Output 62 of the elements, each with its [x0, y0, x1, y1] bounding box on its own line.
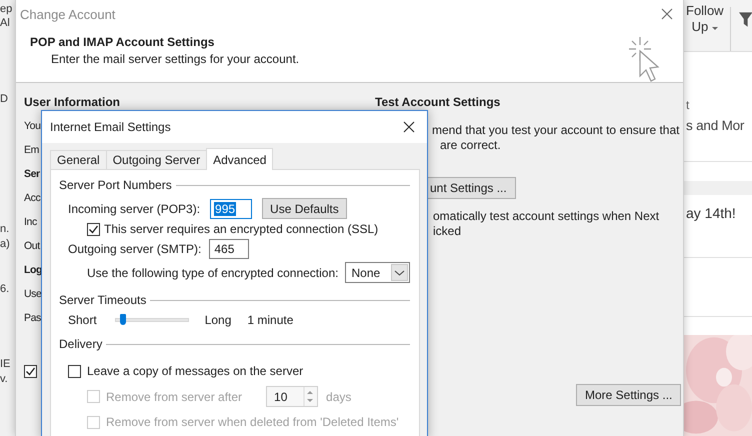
option-label: Remove from server after: [106, 390, 242, 404]
option-label: Leave a copy of messages on the server: [87, 364, 304, 378]
description-text: mend that you test your account to ensure that: [432, 123, 680, 138]
message-line: ay 14th!: [686, 205, 737, 221]
window-title: Change Account: [20, 6, 116, 22]
option-label: Remove from server when deleted from 'Deleted Items': [106, 415, 399, 429]
tab[interactable]: General: [50, 150, 107, 169]
caret-icon: [712, 27, 718, 31]
description-text: are correct.: [440, 138, 502, 153]
section-heading: Test Account Settings: [375, 95, 500, 109]
field-label: Acc: [24, 191, 40, 205]
group-heading: Server Port Numbers: [59, 178, 172, 192]
field-label: Inc: [24, 215, 37, 229]
field-label: Em: [24, 143, 39, 157]
chevron-down-icon: [391, 264, 408, 281]
filter-icon[interactable]: [738, 12, 752, 28]
slider-max-label: Long: [204, 313, 232, 327]
close-icon: [661, 8, 673, 20]
message-heading: s and Mor: [686, 118, 746, 133]
test-account-settings-button[interactable]: unt Settings ...: [428, 177, 516, 199]
tab[interactable]: Advanced: [206, 148, 274, 170]
field-label: You: [24, 119, 41, 133]
field-label: Out: [24, 239, 40, 253]
use-defaults-button[interactable]: Use Defaults: [262, 198, 347, 219]
slider-thumb[interactable]: [120, 314, 126, 325]
auto-test-text: omatically test account settings when Next: [433, 209, 660, 224]
field-label: Use: [24, 287, 42, 301]
text-fragment: D: [0, 93, 9, 106]
incoming-port-field[interactable]: 995: [210, 198, 252, 218]
text-fragment: IE: [0, 358, 12, 371]
text-fragment: t: [686, 98, 690, 112]
header-title: POP and IMAP Account Settings: [30, 35, 216, 49]
option-label: This server requires an encrypted connection (SSL): [104, 222, 378, 236]
more-settings-button[interactable]: More Settings ...: [576, 384, 682, 406]
text-fragment: 6.: [0, 283, 10, 296]
group-heading: Delivery: [59, 337, 102, 351]
tab[interactable]: Outgoing Server: [106, 150, 208, 169]
checkbox[interactable]: [87, 222, 100, 236]
close-button[interactable]: [401, 119, 417, 135]
timeout-value: 1 minute: [247, 313, 294, 327]
section-heading: Ser: [24, 167, 40, 181]
close-icon: [403, 121, 415, 133]
text-fragment: n.: [0, 223, 10, 236]
field-label: Incoming server (POP3):: [68, 202, 200, 216]
outgoing-port-field[interactable]: 465: [209, 239, 250, 259]
unit-label: days: [326, 390, 352, 404]
checkbox[interactable]: [24, 365, 37, 378]
field-label: Pas: [24, 311, 41, 325]
slider-min-label: Short: [68, 313, 97, 327]
text-fragment: v.: [0, 373, 9, 386]
field-label: Outgoing server (SMTP):: [68, 242, 202, 256]
encryption-dropdown[interactable]: None: [345, 262, 410, 283]
text-fragment: ep: [0, 3, 14, 16]
header-subtitle: Enter the mail server settings for your account.: [51, 52, 300, 66]
checkbox[interactable]: [68, 364, 81, 378]
group-heading: Server Timeouts: [59, 293, 146, 307]
text-fragment: a): [0, 238, 11, 251]
text-fragment: Al: [0, 17, 11, 30]
dialog-title: Internet Email Settings: [50, 120, 171, 134]
field-label: Use the following type of encrypted connection:: [87, 266, 338, 280]
auto-test-text: icked: [433, 224, 462, 239]
section-heading: User Information: [24, 95, 120, 109]
